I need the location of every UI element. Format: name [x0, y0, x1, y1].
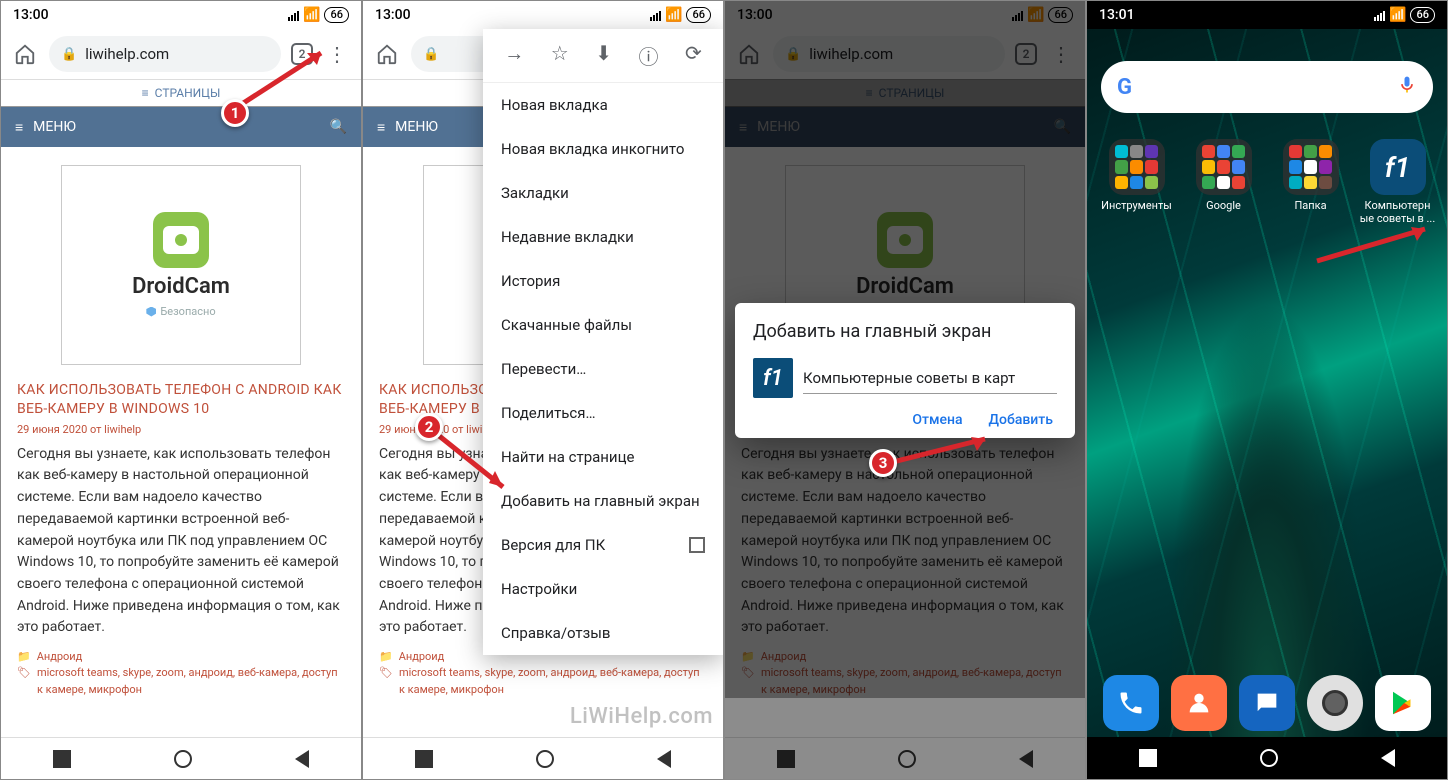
shortcut-name-input[interactable] [803, 363, 1057, 394]
f1-shortcut-icon: f1 [1370, 139, 1426, 195]
shortcut-website[interactable]: f1 Компьютерн ые советы в ... [1359, 139, 1437, 225]
home-icon[interactable] [373, 40, 401, 68]
info-icon[interactable]: ⓘ [638, 41, 658, 70]
panel-4: 13:01 📶66 G Инструменты Google Папка f1 … [1086, 0, 1448, 780]
url-bar[interactable]: 🔒 liwihelp.com [49, 36, 281, 72]
folder-tools[interactable]: Инструменты [1098, 139, 1176, 225]
article-tags[interactable]: 📁Андроид 🏷microsoft teams, skype, zoom, … [1, 639, 361, 699]
panel-3: 13:00📶66 🔒liwihelp.com 2 ⋮ ≡СТРАНИЦЫ ≡МЕ… [724, 0, 1086, 780]
panel-1: 13:00 📶 66 🔒 liwihelp.com 2 ⋮ ≡СТРАНИЦЫ ≡… [0, 0, 362, 780]
site-menu[interactable]: ≡МЕНЮ🔍 [1, 107, 361, 147]
dialog-title: Добавить на главный экран [753, 321, 1057, 342]
menu-incognito[interactable]: Новая вкладка инкогнито [483, 127, 723, 171]
star-icon[interactable]: ☆ [551, 41, 569, 70]
google-search-bar[interactable]: G [1101, 61, 1433, 113]
signal-icon [288, 9, 299, 21]
shortcut-icon: f1 [753, 358, 793, 398]
play-store-app[interactable] [1375, 675, 1431, 731]
menu-new-tab[interactable]: Новая вкладка [483, 83, 723, 127]
status-bar: 13:00 📶 66 [1, 1, 361, 29]
folder-papka[interactable]: Папка [1272, 139, 1350, 225]
menu-help[interactable]: Справка/отзыв [483, 611, 723, 655]
messages-app[interactable] [1239, 675, 1295, 731]
recent-apps-button[interactable] [53, 750, 71, 768]
nav-bar [1, 737, 361, 779]
menu-downloads[interactable]: Скачанные файлы [483, 303, 723, 347]
menu-find[interactable]: Найти на странице [483, 435, 723, 479]
article-title[interactable]: КАК ИСПОЛЬЗОВАТЬ ТЕЛЕФОН С ANDROID КАК В… [1, 371, 361, 423]
article-body: Сегодня вы узнаете, как использовать тел… [1, 444, 361, 639]
tab-count[interactable]: 2 [291, 43, 313, 65]
add-button[interactable]: Добавить [989, 412, 1053, 428]
url-text: liwihelp.com [85, 45, 169, 63]
menu-desktop[interactable]: Версия для ПК [483, 523, 723, 567]
browser-menu: → ☆ ⬇ ⓘ ⟳ Новая вкладка Новая вкладка ин… [483, 29, 723, 655]
callout-3: 3 [869, 449, 897, 477]
forward-icon[interactable]: → [504, 41, 524, 70]
menu-share[interactable]: Поделиться… [483, 391, 723, 435]
home-button[interactable] [174, 750, 192, 768]
add-to-home-dialog: Добавить на главный экран f1 Отмена Доба… [735, 303, 1075, 438]
pages-strip[interactable]: ≡СТРАНИЦЫ [1, 79, 361, 107]
checkbox-icon [689, 537, 705, 553]
menu-history[interactable]: История [483, 259, 723, 303]
droidcam-icon [153, 212, 209, 268]
callout-1: 1 [221, 99, 249, 127]
home-icon[interactable] [11, 40, 39, 68]
phone-app[interactable] [1103, 675, 1159, 731]
menu-translate[interactable]: Перевести… [483, 347, 723, 391]
refresh-icon[interactable]: ⟳ [685, 41, 702, 70]
status-bar: 13:00 📶66 [363, 1, 723, 29]
battery-indicator: 66 [324, 7, 349, 23]
contacts-app[interactable] [1171, 675, 1227, 731]
menu-dots-icon[interactable]: ⋮ [323, 40, 351, 68]
download-icon[interactable]: ⬇ [595, 41, 612, 70]
menu-recent[interactable]: Недавние вкладки [483, 215, 723, 259]
browser-toolbar: 🔒 liwihelp.com 2 ⋮ [1, 29, 361, 79]
watermark: LiWiHelp.com [570, 704, 713, 729]
lock-icon: 🔒 [61, 47, 77, 62]
callout-2: 2 [415, 413, 443, 441]
menu-add-home[interactable]: Добавить на главный экран [483, 479, 723, 523]
camera-app[interactable] [1307, 675, 1363, 731]
cancel-button[interactable]: Отмена [912, 412, 962, 428]
article-meta: 29 июня 2020 от liwihelp [1, 423, 361, 444]
wifi-icon: 📶 [303, 7, 320, 23]
search-icon[interactable]: 🔍 [330, 119, 347, 135]
time: 13:00 [13, 7, 49, 23]
google-logo: G [1117, 75, 1132, 100]
dock [1087, 675, 1447, 731]
panel-2: 13:00 📶66 🔒 ≡СТРАНИЦЫ ≡МЕНЮ🔍 DroidCam Бе… [362, 0, 724, 780]
menu-bookmarks[interactable]: Закладки [483, 171, 723, 215]
article-image: DroidCam Безопасно [61, 165, 301, 365]
folder-google[interactable]: Google [1185, 139, 1263, 225]
status-bar: 13:01 📶66 [1087, 1, 1447, 29]
mic-icon[interactable] [1397, 75, 1417, 99]
back-button[interactable] [295, 750, 309, 768]
home-apps-row: Инструменты Google Папка f1 Компьютерн ы… [1087, 139, 1447, 225]
menu-settings[interactable]: Настройки [483, 567, 723, 611]
